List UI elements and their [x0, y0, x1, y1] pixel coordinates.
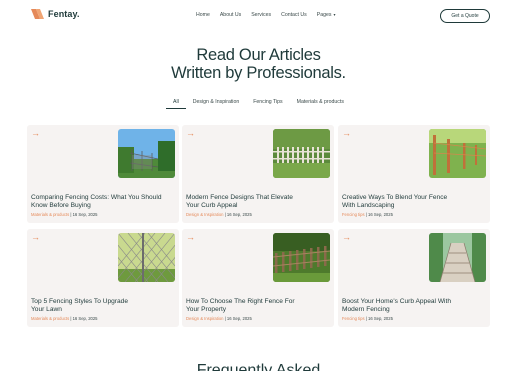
- article-thumbnail: [118, 233, 175, 282]
- article-meta: Materials & products | 16 Sep, 2025: [31, 212, 98, 217]
- article-title[interactable]: Boost Your Home's Curb Appeal With Moder…: [342, 298, 482, 314]
- article-title-line: Comparing Fencing Costs: What You Should: [31, 194, 162, 201]
- article-card[interactable]: → Modern Fence Designs That Elevate Your…: [182, 125, 334, 223]
- article-title-line: Creative Ways To Blend Your Fence: [342, 194, 448, 201]
- article-category[interactable]: Fencing tips: [342, 212, 365, 217]
- article-title[interactable]: How To Choose The Right Fence For Your P…: [186, 298, 326, 314]
- article-meta: Fencing tips | 16 Sep, 2025: [342, 212, 393, 217]
- nav-home[interactable]: Home: [196, 12, 210, 18]
- article-thumbnail: [118, 129, 175, 178]
- article-category[interactable]: Materials & products: [31, 316, 69, 321]
- article-thumbnail: [273, 129, 330, 178]
- article-title-line: Top 5 Fencing Styles To Upgrade: [31, 298, 129, 305]
- article-date: 16 Sep, 2025: [226, 212, 252, 217]
- article-date: 16 Sep, 2025: [72, 316, 98, 321]
- arrow-right-icon: →: [186, 128, 195, 138]
- article-meta: Design & Inspiration | 16 Sep, 2025: [186, 212, 252, 217]
- article-category[interactable]: Design & Inspiration: [186, 212, 223, 217]
- article-meta: Fencing tips | 16 Sep, 2025: [342, 316, 393, 321]
- title-line-1: Read Our Articles: [196, 46, 321, 64]
- logo-mark-icon: [31, 9, 44, 19]
- article-title-line: Your Lawn: [31, 306, 62, 313]
- article-title-line: Your Curb Appeal: [186, 202, 238, 209]
- article-title-line: With Landscaping: [342, 202, 395, 209]
- article-card[interactable]: → How To Choose The Right Fence For Your…: [182, 229, 334, 327]
- article-title-line: Modern Fence Designs That Elevate: [186, 194, 293, 201]
- main-nav: Home About Us Services Contact Us Pages ▾: [196, 12, 336, 18]
- article-title-line: How To Choose The Right Fence For: [186, 298, 295, 305]
- brand-name: Fentay.: [48, 9, 80, 19]
- tab-design-inspiration[interactable]: Design & Inspiration: [186, 99, 246, 109]
- article-thumbnail: [429, 233, 486, 282]
- article-thumbnail: [429, 129, 486, 178]
- site-header: Fentay. Home About Us Services Contact U…: [0, 0, 517, 32]
- article-title-line: Boost Your Home's Curb Appeal With: [342, 298, 452, 305]
- article-date: 16 Sep, 2025: [368, 316, 393, 321]
- article-card[interactable]: → Comparing Fencing Costs: What You Shou…: [27, 125, 179, 223]
- article-category[interactable]: Design & Inspiration: [186, 316, 223, 321]
- category-tabs: All Design & Inspiration Fencing Tips Ma…: [0, 99, 517, 109]
- faq-heading: Frequently Asked: [196, 362, 321, 371]
- chevron-down-icon: ▾: [333, 12, 336, 17]
- nav-pages-label: Pages: [316, 12, 332, 18]
- nav-contact[interactable]: Contact Us: [281, 12, 307, 18]
- article-title-line: Your Property: [186, 306, 227, 313]
- article-title-line: Know Before Buying: [31, 202, 91, 209]
- arrow-right-icon: →: [31, 128, 40, 138]
- arrow-right-icon: →: [31, 232, 40, 242]
- arrow-right-icon: →: [342, 232, 351, 242]
- article-title[interactable]: Top 5 Fencing Styles To Upgrade Your Law…: [31, 298, 171, 314]
- article-title[interactable]: Modern Fence Designs That Elevate Your C…: [186, 194, 326, 210]
- article-meta: Materials & products | 16 Sep, 2025: [31, 316, 98, 321]
- article-date: 16 Sep, 2025: [226, 316, 252, 321]
- article-category[interactable]: Materials & products: [31, 212, 69, 217]
- article-date: 16 Sep, 2025: [72, 212, 98, 217]
- article-thumbnail: [273, 233, 330, 282]
- article-card[interactable]: → Top 5 Fencing Styles To Upgrade Your L…: [27, 229, 179, 327]
- arrow-right-icon: →: [186, 232, 195, 242]
- article-title[interactable]: Comparing Fencing Costs: What You Should…: [31, 194, 171, 210]
- article-category[interactable]: Fencing tips: [342, 316, 365, 321]
- article-card[interactable]: → Boost Your Home's Curb Appeal With Mod…: [338, 229, 490, 327]
- article-date: 16 Sep, 2025: [368, 212, 393, 217]
- nav-about[interactable]: About Us: [220, 12, 241, 18]
- get-quote-button[interactable]: Get a Quote: [440, 9, 490, 23]
- title-line-2: Written by Professionals.: [171, 63, 346, 82]
- nav-services[interactable]: Services: [251, 12, 271, 18]
- article-title-line: Modern Fencing: [342, 306, 390, 313]
- tab-materials-products[interactable]: Materials & products: [290, 99, 351, 109]
- arrow-right-icon: →: [342, 128, 351, 138]
- article-meta: Design & Inspiration | 16 Sep, 2025: [186, 316, 252, 321]
- article-title[interactable]: Creative Ways To Blend Your Fence With L…: [342, 194, 482, 210]
- page-title: Read Our Articles Written by Professiona…: [0, 46, 517, 82]
- article-card[interactable]: → Creative Ways To Blend Your Fence With…: [338, 125, 490, 223]
- logo[interactable]: Fentay.: [31, 9, 80, 19]
- tab-fencing-tips[interactable]: Fencing Tips: [246, 99, 289, 109]
- nav-pages[interactable]: Pages ▾: [317, 12, 336, 18]
- tab-all[interactable]: All: [166, 99, 186, 109]
